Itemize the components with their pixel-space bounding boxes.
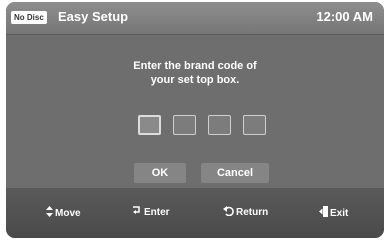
hint-return-label: Return	[236, 207, 269, 218]
prompt-line-1: Enter the brand code of	[133, 60, 257, 72]
cancel-button[interactable]: Cancel	[201, 163, 269, 183]
ok-button[interactable]: OK	[134, 163, 186, 183]
hint-move: Move	[46, 206, 81, 220]
return-arrow-icon	[223, 206, 234, 219]
page-title: Easy Setup	[58, 9, 129, 24]
code-digit-3[interactable]	[208, 115, 231, 135]
exit-icon	[319, 206, 328, 220]
easy-setup-dialog: No Disc Easy Setup 12:00 AM Enter the br…	[6, 2, 384, 238]
code-digit-4[interactable]	[243, 115, 266, 135]
hint-exit: Exit	[319, 206, 348, 220]
footer-hint-bar: Move Enter Return Exit	[6, 188, 384, 238]
code-digit-2[interactable]	[173, 115, 196, 135]
content-panel: Enter the brand code of your set top box…	[6, 35, 384, 189]
code-digit-1[interactable]	[138, 115, 161, 135]
hint-return: Return	[223, 206, 268, 219]
header-bar: No Disc Easy Setup 12:00 AM	[6, 2, 384, 35]
disc-status-badge: No Disc	[11, 11, 47, 24]
prompt-line-2: your set top box.	[150, 74, 240, 86]
up-down-arrows-icon	[46, 206, 53, 220]
enter-icon	[132, 206, 142, 219]
brand-code-input	[138, 115, 268, 137]
prompt-text: Enter the brand code of your set top box…	[6, 59, 384, 87]
hint-enter-label: Enter	[144, 207, 170, 218]
hint-exit-label: Exit	[330, 207, 349, 219]
clock: 12:00 AM	[316, 9, 373, 24]
hint-move-label: Move	[55, 207, 81, 219]
hint-enter: Enter	[132, 206, 170, 219]
